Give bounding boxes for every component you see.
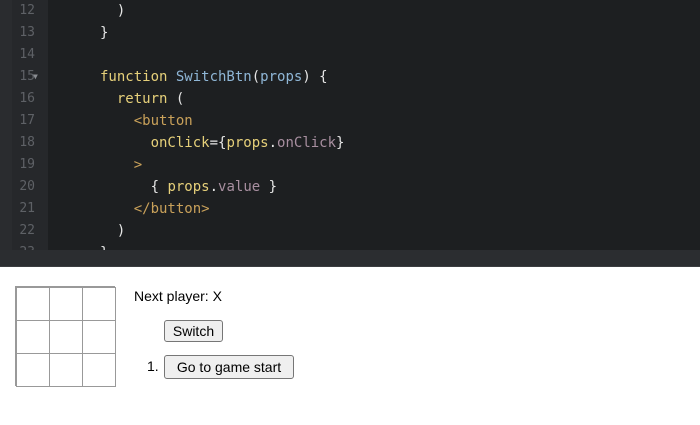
code-token: }: [260, 179, 278, 195]
code-token: {: [100, 179, 168, 195]
board-square[interactable]: [82, 320, 116, 354]
code-token: >: [100, 157, 143, 173]
code-token: ) {: [302, 69, 328, 85]
editor-horizontal-scrollbar[interactable]: [0, 250, 700, 267]
board-square[interactable]: [16, 320, 50, 354]
code-token: value: [218, 179, 261, 195]
code-token: </button>: [100, 201, 210, 217]
code-token: ): [100, 223, 126, 239]
code-token: }: [100, 25, 109, 41]
move-number: 1.: [147, 358, 159, 374]
line-number: 20: [19, 179, 35, 194]
code-token: onClick: [277, 135, 337, 151]
code-editor[interactable]: 12 ) 13} 14 15 ▼ function SwitchBtn(props) {1…: [0, 0, 700, 250]
go-to-game-start-button[interactable]: Go to game start: [164, 355, 294, 379]
line-number: 12: [19, 3, 35, 18]
code-text: ): [100, 220, 125, 242]
code-text: >: [100, 154, 142, 176]
fold-arrow-icon[interactable]: ▼: [33, 66, 38, 88]
code-token: }: [336, 135, 345, 151]
code-text: ): [100, 0, 125, 22]
line-number: 19: [19, 157, 35, 172]
line-number: 17: [19, 113, 35, 128]
code-text: </button>: [100, 198, 210, 220]
code-text: <button: [100, 110, 193, 132]
board-square[interactable]: [49, 320, 83, 354]
line-number: 15: [19, 69, 35, 84]
code-token: props: [260, 69, 303, 85]
board-square[interactable]: [82, 353, 116, 387]
code-token: .: [209, 179, 219, 195]
next-player-status: Next player: X: [134, 288, 222, 304]
board-square[interactable]: [49, 287, 83, 321]
board-square[interactable]: [82, 287, 116, 321]
code-token: props: [226, 135, 269, 151]
code-token: props: [167, 179, 210, 195]
code-text: }: [100, 242, 108, 250]
line-number: 13: [19, 25, 35, 40]
board-square[interactable]: [16, 353, 50, 387]
line-number: 22: [19, 223, 35, 238]
switch-button[interactable]: Switch: [164, 320, 223, 342]
line-number: 23: [0, 242, 35, 250]
code-text: }: [100, 22, 108, 44]
code-token: ={: [209, 135, 227, 151]
code-text: onClick={props.onClick}: [100, 132, 345, 154]
board-square[interactable]: [49, 353, 83, 387]
code-text: { props.value }: [100, 176, 277, 198]
code-token: SwitchBtn: [175, 69, 252, 85]
board-square[interactable]: [16, 287, 50, 321]
code-token: (: [251, 69, 261, 85]
line-number: 21: [19, 201, 35, 216]
code-token: .: [268, 135, 278, 151]
code-text: return (: [100, 88, 184, 110]
line-number: 18: [19, 135, 35, 150]
code-token: ): [100, 3, 126, 19]
line-number: 16: [19, 91, 35, 106]
code-token: (: [175, 91, 185, 107]
code-token: return: [100, 91, 176, 107]
code-text: function SwitchBtn(props) {: [100, 66, 328, 88]
line-number: 14: [19, 47, 35, 62]
game-board: [15, 286, 116, 387]
code-token: function: [100, 69, 176, 85]
code-token: <button: [100, 113, 193, 129]
code-token: onClick: [100, 135, 210, 151]
